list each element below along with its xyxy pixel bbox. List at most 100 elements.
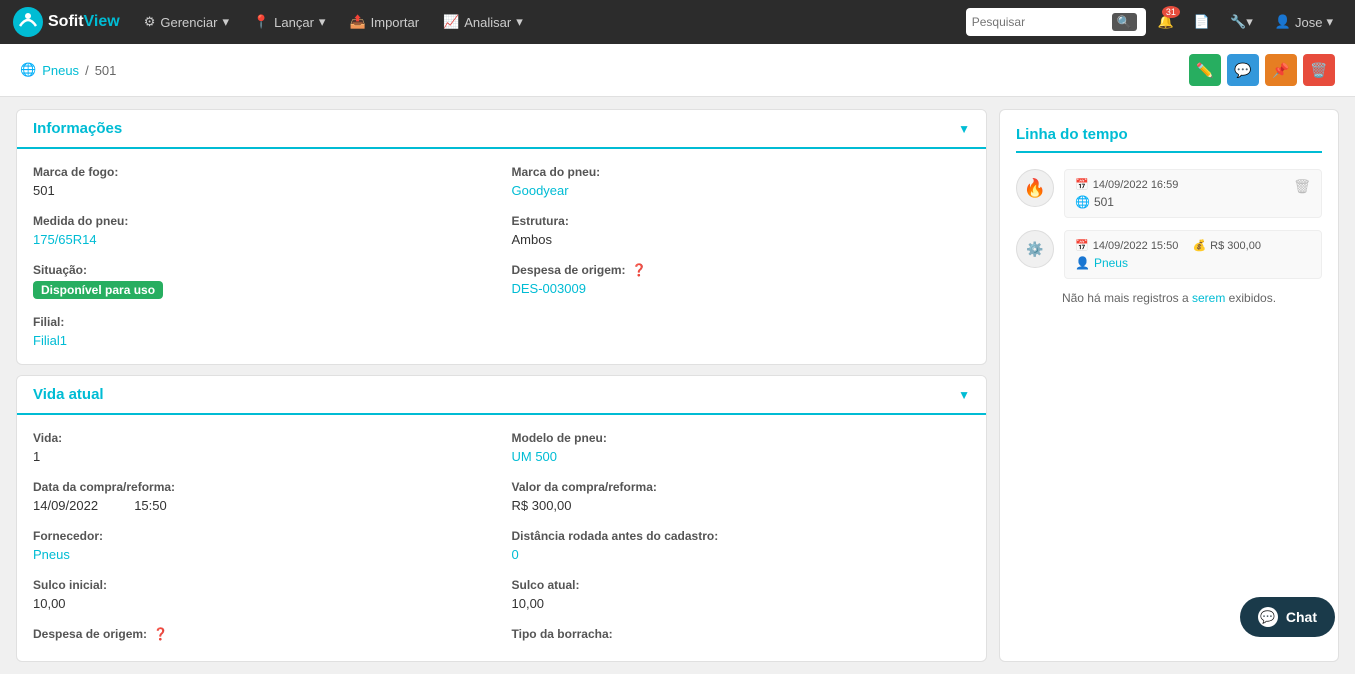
chevron-down-icon: ▾: [1246, 14, 1253, 30]
nav-analisar[interactable]: 📈 Analisar ▾: [433, 0, 533, 44]
pin-button[interactable]: 📌: [1265, 54, 1297, 86]
vida-atual-card: Vida atual ▼ Vida: 1 Modelo de pneu: UM …: [16, 375, 987, 662]
field-distancia-value[interactable]: 0: [512, 547, 971, 562]
document-button[interactable]: 📄: [1186, 0, 1218, 44]
chat-label: Chat: [1286, 609, 1317, 625]
field-marca-pneu-value[interactable]: Goodyear: [512, 183, 971, 198]
timeline-date-1: 📅 14/09/2022 16:59: [1075, 178, 1178, 191]
nav-lancar[interactable]: 📍 Lançar ▾: [243, 0, 335, 44]
timeline-row-1: 📅 14/09/2022 16:59 🌐 501 🗑: [1075, 178, 1311, 209]
vida-atual-title: Vida atual: [33, 386, 104, 403]
timeline-row-2: 📅 14/09/2022 15:50 💰 R$ 300,00 👤 Pneus: [1075, 239, 1311, 270]
timeline-date-text-1: 14/09/2022 16:59: [1093, 179, 1179, 191]
informacoes-fields: Marca de fogo: 501 Marca do pneu: Goodye…: [33, 165, 970, 348]
field-sulco-inicial: Sulco inicial: 10,00: [33, 578, 492, 611]
timeline-ref-1: 🌐 501: [1075, 195, 1178, 209]
timeline-ref-2[interactable]: 👤 Pneus: [1075, 256, 1261, 270]
timeline-no-more-prefix: Não há mais registros a: [1062, 291, 1192, 305]
settings-button[interactable]: 🔧 ▾: [1222, 0, 1261, 44]
money-icon: 💰: [1192, 239, 1206, 252]
breadcrumb-current: 501: [95, 63, 117, 78]
timeline-title: Linha do tempo: [1016, 126, 1322, 153]
informacoes-title: Informações: [33, 120, 122, 137]
field-filial: Filial: Filial1: [33, 315, 492, 348]
action-buttons: ✏️ 💬 📌 🗑️: [1189, 54, 1335, 86]
field-fornecedor: Fornecedor: Pneus: [33, 529, 492, 562]
field-marca-fogo-value: 501: [33, 183, 492, 198]
calendar-icon: 📅: [1075, 178, 1089, 191]
field-despesa-origem-value[interactable]: DES-003009: [512, 281, 971, 296]
breadcrumb-parent-link[interactable]: Pneus: [42, 63, 79, 78]
field-valor-compra-label: Valor da compra/reforma:: [512, 480, 971, 494]
field-despesa-origem-label: Despesa de origem: ❓: [512, 263, 971, 277]
timeline-item-2: ⚙️ 📅 14/09/2022 15:50 💰 R$ 300,00 👤: [1016, 230, 1322, 279]
timeline-no-more: Não há mais registros a serem exibidos.: [1016, 291, 1322, 305]
notification-badge: 31: [1162, 6, 1180, 18]
informacoes-collapse-icon[interactable]: ▼: [958, 122, 970, 136]
field-marca-pneu: Marca do pneu: Goodyear: [512, 165, 971, 198]
chat-button[interactable]: 💬 Chat: [1240, 597, 1335, 637]
field-vida-despesa-label: Despesa de origem: ❓: [33, 627, 492, 641]
field-distancia-label: Distância rodada antes do cadastro:: [512, 529, 971, 543]
notification-button[interactable]: 🔔 31: [1150, 0, 1182, 44]
field-filial-value[interactable]: Filial1: [33, 333, 492, 348]
chat-action-button[interactable]: 💬: [1227, 54, 1259, 86]
field-medida-pneu-value[interactable]: 175/65R14: [33, 232, 492, 247]
field-valor-compra-value: R$ 300,00: [512, 498, 971, 513]
chevron-down-icon: ▾: [222, 14, 229, 30]
chart-icon: 📈: [443, 14, 459, 30]
field-data-compra-date: 14/09/2022: [33, 498, 98, 513]
field-estrutura-label: Estrutura:: [512, 214, 971, 228]
breadcrumb: 🌐 Pneus / 501: [20, 62, 116, 78]
field-fornecedor-value[interactable]: Pneus: [33, 547, 492, 562]
field-medida-pneu-label: Medida do pneu:: [33, 214, 492, 228]
timeline-content-2: 📅 14/09/2022 15:50 💰 R$ 300,00 👤 Pneus: [1064, 230, 1322, 279]
timeline-delete-btn-1[interactable]: 🗑: [1293, 178, 1311, 195]
field-modelo-pneu-label: Modelo de pneu:: [512, 431, 971, 445]
timeline-panel: Linha do tempo 🔥 📅 14/09/2022 16:59 🌐 50…: [999, 109, 1339, 662]
brand-icon: [12, 6, 44, 38]
person-icon: 👤: [1075, 256, 1090, 270]
field-data-compra: Data da compra/reforma: 14/09/2022 15:50: [33, 480, 492, 513]
gear-icon: ⚙: [144, 14, 156, 30]
brand-sofit-text: Sofit: [48, 13, 84, 31]
field-vida-despesa: Despesa de origem: ❓: [33, 627, 492, 645]
edit-button[interactable]: ✏️: [1189, 54, 1221, 86]
timeline-info-2: 📅 14/09/2022 15:50 💰 R$ 300,00 👤 Pneus: [1075, 239, 1261, 270]
vida-atual-body: Vida: 1 Modelo de pneu: UM 500 Data da c…: [17, 415, 986, 661]
status-badge: Disponível para uso: [33, 281, 163, 299]
timeline-serem-link[interactable]: serem: [1192, 291, 1225, 305]
timeline-value-2: R$ 300,00: [1210, 240, 1261, 252]
delete-button[interactable]: 🗑️: [1303, 54, 1335, 86]
field-medida-pneu: Medida do pneu: 175/65R14: [33, 214, 492, 247]
brand-logo-area[interactable]: Sofit View: [12, 6, 120, 38]
upload-icon: 📤: [349, 14, 365, 30]
field-sulco-inicial-label: Sulco inicial:: [33, 578, 492, 592]
user-menu[interactable]: 👤 Jose ▾: [1265, 0, 1343, 44]
timeline-icon-tire: ⚙️: [1016, 230, 1054, 268]
field-marca-fogo: Marca de fogo: 501: [33, 165, 492, 198]
vida-atual-collapse-icon[interactable]: ▼: [958, 388, 970, 402]
field-situacao: Situação: Disponível para uso: [33, 263, 492, 299]
search-input[interactable]: [972, 15, 1112, 29]
field-modelo-pneu-value[interactable]: UM 500: [512, 449, 971, 464]
timeline-ref-text-2: Pneus: [1094, 256, 1128, 270]
timeline-item-1: 🔥 📅 14/09/2022 16:59 🌐 501 🗑: [1016, 169, 1322, 218]
chat-bubble-icon: 💬: [1258, 607, 1278, 627]
main-content: Informações ▼ Marca de fogo: 501 Marca d…: [0, 97, 1355, 674]
chevron-down-icon: ▾: [516, 14, 523, 30]
search-button[interactable]: 🔍: [1112, 13, 1137, 31]
vida-atual-fields: Vida: 1 Modelo de pneu: UM 500 Data da c…: [33, 431, 970, 645]
field-marca-pneu-label: Marca do pneu:: [512, 165, 971, 179]
brand-view-text: View: [84, 13, 120, 31]
field-data-compra-value: 14/09/2022 15:50: [33, 498, 492, 513]
field-situacao-value: Disponível para uso: [33, 281, 492, 299]
chevron-down-icon: ▾: [319, 14, 326, 30]
user-icon: 👤: [1275, 14, 1291, 30]
informacoes-header: Informações ▼: [17, 110, 986, 149]
timeline-content-1: 📅 14/09/2022 16:59 🌐 501 🗑: [1064, 169, 1322, 218]
nav-gerenciar[interactable]: ⚙ Gerenciar ▾: [134, 0, 239, 44]
nav-importar[interactable]: 📤 Importar: [339, 0, 429, 44]
field-vida-label: Vida:: [33, 431, 492, 445]
field-marca-fogo-label: Marca de fogo:: [33, 165, 492, 179]
